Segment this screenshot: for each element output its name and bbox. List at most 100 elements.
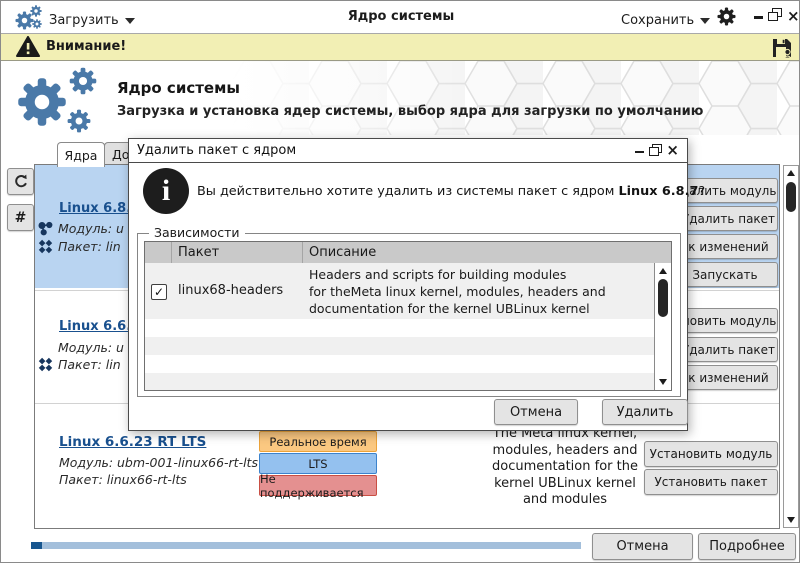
progress-bar-fill	[31, 542, 42, 549]
scroll-down-arrow[interactable]	[655, 375, 671, 389]
message-suffix: ?	[698, 184, 705, 199]
warning-triangle-icon	[16, 36, 40, 58]
module-icon	[38, 221, 53, 236]
details-button[interactable]: Подробнее	[698, 533, 796, 560]
kernel-list-item[interactable]: Linux 6.6.23 RT LTS Модуль: ubm-001-linu…	[35, 416, 779, 528]
save-menu[interactable]: Сохранить	[621, 9, 710, 28]
save-menu-label: Сохранить	[621, 13, 694, 28]
button-label: Удалить	[617, 405, 674, 420]
button-label: Подробнее	[709, 539, 784, 554]
message-prefix: Вы действительно хотите удалить из систе…	[197, 184, 618, 199]
chevron-down-icon	[700, 18, 710, 24]
hash-label: #	[15, 210, 27, 226]
check-icon: ✓	[154, 285, 164, 299]
table-row[interactable]: ✓ linux68-headers Headers and scripts fo…	[145, 263, 655, 319]
button-label: Удалить пакет	[682, 212, 775, 226]
bottom-cancel-button[interactable]: Отмена	[592, 533, 693, 560]
kernel-link[interactable]: Linux 6.6.23 RT LTS	[59, 434, 206, 450]
row-checkbox-checked[interactable]: ✓	[151, 284, 167, 300]
dialog-cancel-button[interactable]: Отмена	[494, 399, 578, 425]
description-line: modules, headers and	[475, 443, 655, 460]
dialog-delete-button[interactable]: Удалить	[602, 399, 688, 425]
description-line: for theMeta linux kernel, modules, heade…	[309, 283, 606, 300]
table-header-row: Пакет Описание	[145, 242, 671, 264]
kernel-module: Модуль: ubm-001-linux66-rt-lts	[59, 455, 258, 470]
dependencies-label: Зависимости	[149, 225, 245, 240]
description-line: Headers and scripts for building modules	[309, 266, 606, 283]
dialog-message: Вы действительно хотите удалить из систе…	[197, 184, 705, 199]
table-scrollbar[interactable]	[654, 263, 671, 390]
kernel-description: The Meta linux kernel, modules, headers …	[475, 426, 655, 509]
dialog-close-button[interactable]: ×	[666, 143, 679, 157]
column-header-description: Описание	[309, 245, 376, 260]
table-row-empty	[145, 337, 655, 355]
table-row-empty	[145, 355, 655, 373]
warning-bar: Внимание!	[1, 34, 800, 61]
dialog-maximize-button[interactable]	[649, 144, 662, 157]
refresh-button[interactable]	[7, 168, 34, 195]
badge-label: Не поддерживается	[260, 472, 376, 500]
dependencies-table: Пакет Описание ✓ linux68-headers Headers…	[144, 241, 672, 391]
realtime-badge: Реальное время	[259, 431, 377, 452]
maximize-button[interactable]	[768, 8, 782, 22]
table-row-empty	[145, 373, 655, 390]
main-scrollbar[interactable]	[783, 165, 799, 528]
scroll-up-arrow[interactable]	[784, 166, 798, 180]
app-window: Загрузить Ядро системы Сохранить × Внима…	[0, 0, 800, 563]
window-titlebar: Загрузить Ядро системы Сохранить ×	[1, 1, 800, 34]
kernel-package: Пакет: linux66-rt-lts	[59, 472, 187, 487]
tab-kernels[interactable]: Ядра	[57, 142, 105, 167]
scrollbar-thumb[interactable]	[658, 279, 668, 317]
hexagon-fade-overlay	[231, 61, 800, 135]
delete-package-button[interactable]: Удалить пакет	[679, 337, 778, 362]
close-button[interactable]: ×	[787, 9, 800, 23]
description-line: kernel UBLinux kernel	[475, 476, 655, 493]
kernel-module: Модуль: u	[58, 221, 124, 236]
delete-package-button[interactable]: Удалить пакет	[679, 206, 778, 231]
badge-label: Реальное время	[269, 435, 366, 449]
page-subtitle: Загрузка и установка ядер системы, выбор…	[117, 104, 703, 119]
description-line: documentation for the	[475, 459, 655, 476]
dependencies-groupbox: Зависимости Пакет Описание ✓ linux68-hea…	[137, 233, 681, 397]
unsupported-badge: Не поддерживается	[259, 475, 377, 496]
kernel-link[interactable]: Linux 6.6.	[59, 319, 131, 334]
button-label: Установить пакет	[654, 475, 767, 489]
package-icon	[38, 357, 53, 372]
table-row-empty	[145, 319, 655, 337]
progress-bar-track	[31, 542, 581, 549]
kernel-package: Пакет: lin	[58, 357, 121, 372]
button-label: Запускать	[692, 268, 757, 282]
scrollbar-thumb[interactable]	[786, 182, 796, 212]
package-icon	[38, 239, 53, 254]
tab-kernels-label: Ядра	[65, 148, 98, 163]
page-gears-icon	[15, 65, 111, 137]
column-header-package: Пакет	[178, 245, 219, 260]
settings-gear-icon[interactable]	[717, 7, 736, 26]
warning-text: Внимание!	[46, 39, 126, 54]
install-module-button[interactable]: Установить модуль	[644, 441, 778, 467]
scroll-down-arrow[interactable]	[784, 513, 798, 527]
kernel-package: Пакет: lin	[58, 239, 121, 254]
button-label: Установить модуль	[650, 447, 773, 461]
dialog-title: Удалить пакет с ядром	[137, 143, 296, 158]
install-package-button[interactable]: Установить пакет	[644, 469, 778, 495]
dialog-titlebar: Удалить пакет с ядром ×	[129, 139, 687, 163]
scroll-up-arrow[interactable]	[655, 264, 671, 278]
refresh-icon	[13, 174, 29, 190]
hash-filter-button[interactable]: #	[7, 204, 34, 231]
save-file-icon[interactable]	[770, 36, 794, 60]
kernel-module: Модуль: u	[58, 340, 124, 355]
description-line: and modules	[475, 492, 655, 509]
badge-label: LTS	[308, 457, 327, 471]
row-description: Headers and scripts for building modules…	[309, 266, 606, 317]
description-line: documentation for the kernel UBLinux ker…	[309, 300, 606, 317]
minimize-button[interactable]	[754, 16, 763, 19]
kernel-link[interactable]: Linux 6.8.	[59, 201, 131, 216]
dialog-minimize-button[interactable]	[635, 151, 644, 153]
delete-kernel-dialog: Удалить пакет с ядром × i Вы действитель…	[128, 138, 688, 431]
page-title: Ядро системы	[117, 79, 240, 97]
message-kernel-name: Linux 6.8.7	[618, 184, 698, 199]
button-label: Отмена	[616, 539, 668, 554]
button-label: Удалить пакет	[682, 343, 775, 357]
info-icon: i	[143, 168, 189, 214]
